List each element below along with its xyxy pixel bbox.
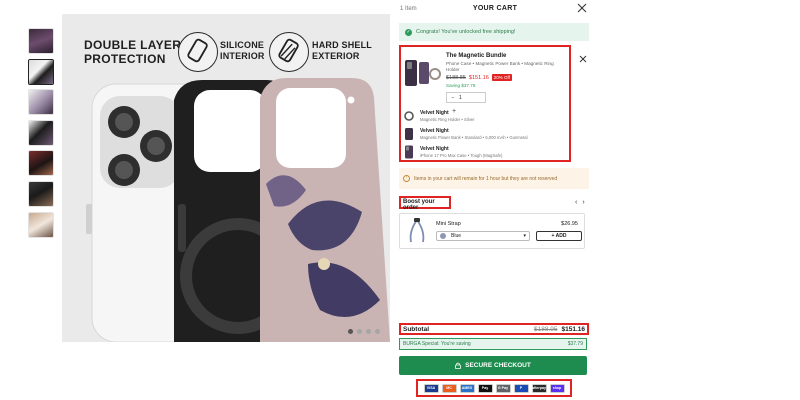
upsell-card: Mini Strap $26.95 Blue ▾ + ADD xyxy=(399,213,585,249)
free-shipping-banner: ✓ Congrats! You've unlocked free shippin… xyxy=(399,23,589,41)
new-price: $151.16 xyxy=(468,74,489,81)
ring-holder-image xyxy=(404,111,414,121)
cart-header: 1 Item YOUR CART xyxy=(399,0,591,20)
thumbnail-2[interactable] xyxy=(28,58,54,85)
thumbnail-7[interactable] xyxy=(28,211,54,238)
subitem-desc: iPhone 17 Pro Max Case • Tough (MagSafe) xyxy=(420,153,503,158)
thumbnail-3[interactable] xyxy=(28,89,54,116)
thumbnail-5[interactable] xyxy=(28,150,54,177)
subtotal-old: $188.95 xyxy=(534,325,558,333)
thumbnail-4[interactable] xyxy=(28,119,54,146)
savings-label: BURGA Special: You're saving xyxy=(403,341,471,347)
payment-visa-icon: VISA xyxy=(423,383,439,393)
bundle-subitem: Velvet Night Magnetic Ring Holder • Silv… xyxy=(404,108,564,127)
upsell-nav: ‹ › xyxy=(575,199,585,206)
phone-case-image xyxy=(405,145,413,159)
payment-amex-icon: AMEX xyxy=(459,383,475,393)
bundle-cart-item: The Magnetic Bundle Phone Case • Magneti… xyxy=(399,45,571,162)
hard-shell-label: HARD SHELL EXTERIOR xyxy=(312,40,372,61)
subtotal-new: $151.16 xyxy=(561,325,586,333)
subtotal-label: Subtotal xyxy=(403,325,429,333)
boost-title: Boost your order xyxy=(399,196,451,211)
plus-icon: + xyxy=(452,108,457,115)
carousel-dots[interactable] xyxy=(348,329,380,334)
subitem-desc: Magnetic Power Bank • Standard • 5,000 m… xyxy=(420,135,528,140)
mini-strap-image xyxy=(409,218,425,243)
thumbnail-6[interactable] xyxy=(28,180,54,207)
close-icon[interactable] xyxy=(577,3,587,13)
free-shipping-text: Congrats! You've unlocked free shipping! xyxy=(416,29,516,35)
qty-decrease-button[interactable]: − xyxy=(447,95,459,101)
thumbnail-list xyxy=(28,28,56,242)
savings-value: $37.79 xyxy=(567,341,583,347)
payment-pay-icon: Pay xyxy=(477,383,493,393)
chevron-right-icon[interactable]: › xyxy=(582,199,584,206)
remove-item-icon[interactable] xyxy=(579,55,587,63)
color-select-value: Blue xyxy=(451,233,462,239)
bundle-subitem: Velvet Night iPhone 17 Pro Max Case • To… xyxy=(404,145,564,163)
chevron-down-icon: ▾ xyxy=(523,233,526,239)
quantity-stepper: − 1 xyxy=(446,92,486,103)
bundle-prices: $188.85 $151.16 20% Off xyxy=(446,74,512,81)
product-page: DOUBLE LAYER PROTECTION SILICONE INTERIO… xyxy=(0,0,800,400)
hard-shell-icon xyxy=(269,32,309,72)
checkout-label: SECURE CHECKOUT xyxy=(465,362,531,369)
discount-badge: 20% Off xyxy=(491,74,512,81)
check-icon: ✓ xyxy=(405,28,412,36)
payment-p-icon: P xyxy=(513,383,529,393)
bundle-description: Phone Case • Magnetic Power Bank • Magne… xyxy=(446,61,554,72)
add-upsell-button[interactable]: + ADD xyxy=(536,231,582,241)
qty-value[interactable]: 1 xyxy=(459,95,485,101)
subtotal-row: Subtotal $188.95 $151.16 xyxy=(399,323,589,335)
reserve-notice-text: Items in your cart will remain for 1 hou… xyxy=(414,175,558,182)
silicone-label: SILICONE INTERIOR xyxy=(220,40,265,61)
color-select[interactable]: Blue ▾ xyxy=(436,231,530,241)
product-hero-image[interactable]: DOUBLE LAYER PROTECTION SILICONE INTERIO… xyxy=(62,14,390,342)
payment-g-pay-icon: G Pay xyxy=(495,383,511,393)
silicone-icon xyxy=(178,32,218,72)
upsell-name: Mini Strap xyxy=(436,221,461,227)
payment-methods: VISA MC AMEX Pay G Pay Pafterpay shop xyxy=(416,379,572,397)
chevron-left-icon[interactable]: ‹ xyxy=(575,199,577,206)
info-icon: ! xyxy=(403,175,410,182)
upsell-price: $26.95 xyxy=(561,221,578,227)
bundle-product-image[interactable] xyxy=(404,59,442,87)
color-swatch xyxy=(440,233,446,239)
payment-afterpay-icon: afterpay xyxy=(531,383,547,393)
payment-shop-icon: shop xyxy=(549,383,565,393)
saving-text: Saving $37.79 xyxy=(446,83,476,88)
cart-drawer: 1 Item YOUR CART ✓ Congrats! You've unlo… xyxy=(399,0,591,400)
payment-mc-icon: MC xyxy=(441,383,457,393)
subitem-name: Velvet Night xyxy=(420,128,449,134)
bundle-subitem: Velvet Night Magnetic Power Bank • Stand… xyxy=(404,127,564,145)
reserve-notice: ! Items in your cart will remain for 1 h… xyxy=(399,168,589,189)
old-price: $188.85 xyxy=(446,74,466,81)
cart-title: YOUR CART xyxy=(472,5,518,12)
savings-row: BURGA Special: You're saving $37.79 xyxy=(399,338,587,350)
subitem-desc: Magnetic Ring Holder • Silver xyxy=(420,117,475,122)
lock-icon xyxy=(455,362,462,369)
subitem-name: Velvet Night xyxy=(420,110,449,116)
thumbnail-1[interactable] xyxy=(28,28,54,54)
secure-checkout-button[interactable]: SECURE CHECKOUT xyxy=(399,356,587,375)
subitem-name: Velvet Night xyxy=(420,146,449,152)
power-bank-image xyxy=(405,128,413,140)
bundle-name[interactable]: The Magnetic Bundle xyxy=(446,53,506,59)
